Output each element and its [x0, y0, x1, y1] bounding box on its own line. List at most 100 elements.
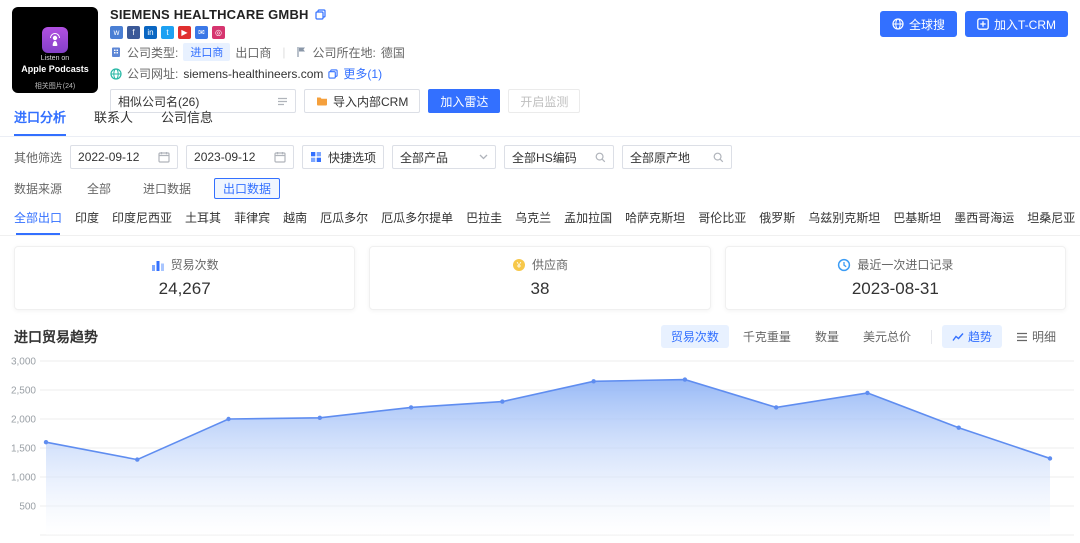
social-icons: wfint ▶ ✉ ◎: [110, 26, 880, 39]
email-icon[interactable]: ✉: [195, 26, 208, 39]
metric-button[interactable]: 美元总价: [853, 325, 921, 348]
country-tab[interactable]: 俄罗斯: [759, 209, 795, 226]
youtube-icon[interactable]: ▶: [178, 26, 191, 39]
folder-import-icon: [316, 95, 328, 107]
company-name: SIEMENS HEALTHCARE GMBH: [110, 7, 309, 22]
date-end-input[interactable]: 2023-09-12: [186, 145, 294, 169]
country-tab[interactable]: 土耳其: [185, 209, 221, 226]
logo-apple-podcasts: Apple Podcasts: [21, 64, 89, 74]
calendar-icon: [158, 151, 170, 163]
divider: |: [282, 45, 285, 59]
country-tab[interactable]: 厄瓜多尔: [320, 209, 368, 226]
svg-text:2,000: 2,000: [11, 415, 36, 426]
trend-chart[interactable]: 5001,0001,5002,0002,5003,0002022-092022-…: [2, 351, 1078, 543]
metric-button[interactable]: 数量: [805, 325, 849, 348]
data-source-options: 全部进口数据出口数据: [78, 178, 280, 199]
website-label: 公司网址:: [127, 65, 178, 82]
product-select[interactable]: 全部产品: [392, 145, 496, 169]
list-icon: [1016, 331, 1028, 343]
stat-label: 供应商: [532, 256, 568, 273]
country-tab[interactable]: 墨西哥海运: [954, 209, 1014, 226]
svg-text:1,500: 1,500: [11, 444, 36, 455]
company-logo: Listen on Apple Podcasts 相关图片(24): [12, 7, 98, 93]
data-source-option[interactable]: 出口数据: [214, 178, 280, 199]
line-chart-icon: [952, 331, 964, 343]
linkedin-icon[interactable]: in: [144, 26, 157, 39]
country-tab[interactable]: 全部出口: [14, 209, 62, 226]
website-icon[interactable]: w: [110, 26, 123, 39]
country-tab[interactable]: 印度尼西亚: [112, 209, 172, 226]
location-value: 德国: [381, 44, 405, 61]
import-crm-button[interactable]: 导入内部CRM: [304, 89, 420, 113]
facebook-icon[interactable]: f: [127, 26, 140, 39]
filter-row: 其他筛选 2022-09-12 2023-09-12 快捷选项 全部产品 全部H…: [0, 137, 1080, 173]
country-tab[interactable]: 厄瓜多尔提单: [381, 209, 453, 226]
global-search-button[interactable]: 全球搜: [880, 11, 957, 37]
date-start-input[interactable]: 2022-09-12: [70, 145, 178, 169]
country-tab[interactable]: 菲律宾: [234, 209, 270, 226]
country-tab[interactable]: 哥伦比亚: [698, 209, 746, 226]
company-type-label: 公司类型:: [127, 44, 178, 61]
country-tab[interactable]: 哈萨克斯坦: [625, 209, 685, 226]
list-expand-icon: [277, 96, 288, 107]
country-tab[interactable]: 巴基斯坦: [893, 209, 941, 226]
clock-icon: [837, 258, 851, 272]
plus-square-icon: [977, 18, 989, 30]
data-source-label: 数据来源: [14, 180, 62, 197]
more-link[interactable]: 更多(1): [343, 65, 382, 82]
grid-icon: [310, 151, 322, 163]
country-tab[interactable]: 乌克兰: [515, 209, 551, 226]
trend-title: 进口贸易趋势: [14, 327, 98, 347]
company-type-exporter-tag[interactable]: 出口商: [235, 44, 271, 61]
company-type-importer-tag[interactable]: 进口商: [183, 43, 230, 61]
chevron-down-icon: [479, 154, 488, 160]
copy-icon[interactable]: [315, 9, 326, 20]
tab-contacts[interactable]: 联系人: [94, 107, 133, 136]
location-label: 公司所在地:: [312, 44, 375, 61]
data-source-row: 数据来源 全部进口数据出口数据: [0, 173, 1080, 201]
data-source-option[interactable]: 全部: [78, 178, 120, 199]
svg-text:3,000: 3,000: [11, 357, 36, 368]
view-button[interactable]: 明细: [1006, 325, 1066, 348]
stat-value: 2023-08-31: [726, 279, 1065, 299]
website-link[interactable]: siemens-healthineers.com: [183, 67, 323, 81]
join-tcrm-button[interactable]: 加入T-CRM: [965, 11, 1068, 37]
other-filter-label: 其他筛选: [14, 149, 62, 166]
metric-button[interactable]: 千克重量: [733, 325, 801, 348]
view-button[interactable]: 趋势: [942, 325, 1002, 348]
apple-podcasts-icon: [42, 27, 68, 53]
data-source-option[interactable]: 进口数据: [134, 178, 200, 199]
tab-import-analysis[interactable]: 进口分析: [14, 107, 66, 136]
logo-listen-on: Listen on: [41, 55, 69, 62]
country-tabs: 全部出口印度印度尼西亚土耳其菲律宾越南厄瓜多尔厄瓜多尔提单巴拉圭乌克兰孟加拉国哈…: [14, 209, 1075, 226]
twitter-icon[interactable]: t: [161, 26, 174, 39]
metric-button[interactable]: 贸易次数: [661, 325, 729, 348]
instagram-icon[interactable]: ◎: [212, 26, 225, 39]
country-tab[interactable]: 越南: [283, 209, 307, 226]
supplier-icon: ¥: [512, 258, 526, 272]
country-tab[interactable]: 孟加拉国: [564, 209, 612, 226]
svg-text:500: 500: [19, 502, 36, 513]
hs-code-select[interactable]: 全部HS编码: [504, 145, 614, 169]
globe-search-icon: [892, 18, 904, 30]
join-radar-button[interactable]: 加入雷达: [428, 89, 500, 113]
stat-value: 24,267: [15, 279, 354, 299]
stat-card: 贸易次数 24,267: [14, 246, 355, 310]
svg-text:¥: ¥: [516, 261, 522, 270]
divider: [931, 330, 932, 344]
stat-label: 贸易次数: [171, 256, 219, 273]
svg-text:1,000: 1,000: [11, 473, 36, 484]
origin-select[interactable]: 全部原产地: [622, 145, 732, 169]
country-tab[interactable]: 乌兹别克斯坦: [808, 209, 880, 226]
start-monitor-button[interactable]: 开启监测: [508, 89, 580, 113]
stat-card: ¥供应商38: [369, 246, 710, 310]
search-icon: [595, 152, 606, 163]
country-tab[interactable]: 坦桑尼亚: [1027, 209, 1075, 226]
quick-options-button[interactable]: 快捷选项: [302, 145, 384, 169]
trend-header: 进口贸易趋势 贸易次数千克重量数量美元总价趋势明细: [0, 320, 1080, 351]
country-tab[interactable]: 巴拉圭: [466, 209, 502, 226]
stat-card: 最近一次进口记录2023-08-31: [725, 246, 1066, 310]
tab-company-info[interactable]: 公司信息: [161, 107, 213, 136]
copy-link-icon[interactable]: [328, 69, 338, 79]
country-tab[interactable]: 印度: [75, 209, 99, 226]
